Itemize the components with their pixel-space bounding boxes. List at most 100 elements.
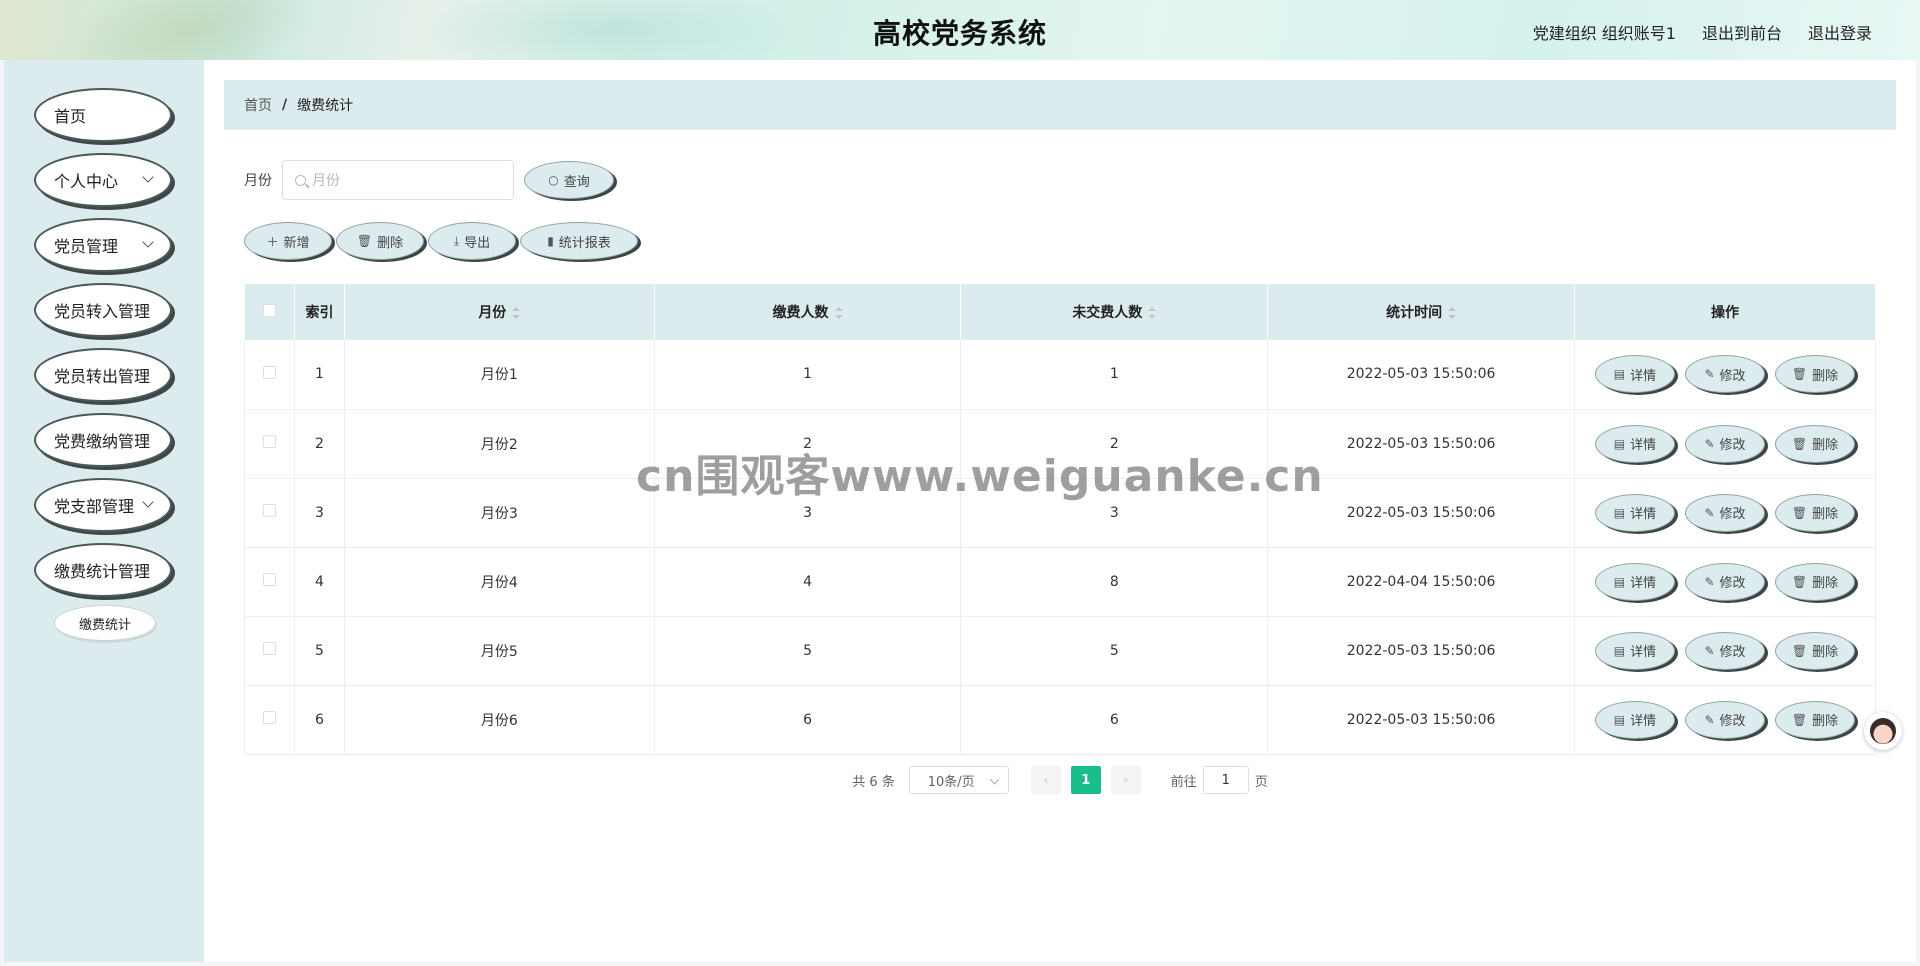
edit-button[interactable]: ✎ 修改	[1684, 700, 1765, 739]
month-search-input[interactable]: 月份	[282, 160, 514, 200]
edit-button[interactable]: ✎ 修改	[1684, 355, 1765, 394]
detail-button[interactable]: ▤ 详情	[1594, 355, 1675, 394]
add-button-label: 新增	[283, 235, 310, 251]
delete-button[interactable]: 🗑 删除	[1774, 355, 1855, 394]
sidebar-item-fee-payment[interactable]: 党费缴纳管理	[34, 413, 172, 467]
sidebar-item-member-management[interactable]: 党员管理	[34, 218, 172, 272]
export-button[interactable]: ⤓ 导出	[428, 222, 516, 260]
delete-button[interactable]: 🗑 删除	[1774, 424, 1855, 463]
cell-month: 月份1	[344, 340, 655, 410]
goto-page-input[interactable]: 1	[1202, 766, 1249, 794]
delete-label: 删除	[1812, 576, 1839, 591]
row-actions: ▤ 详情 ✎ 修改 🗑 删除	[1575, 700, 1875, 739]
goto-suffix: 页	[1254, 774, 1268, 790]
page-size-select[interactable]: 10条/页	[908, 766, 1009, 794]
row-checkbox[interactable]	[262, 711, 276, 724]
edit-button[interactable]: ✎ 修改	[1684, 562, 1765, 601]
row-checkbox[interactable]	[262, 642, 276, 655]
sort-icon[interactable]	[834, 307, 843, 319]
delete-label: 删除	[1812, 438, 1839, 453]
breadcrumb-home[interactable]: 首页	[244, 95, 272, 115]
row-checkbox[interactable]	[262, 504, 276, 517]
row-actions: ▤ 详情 ✎ 修改 🗑 删除	[1575, 493, 1875, 532]
sidebar-item-fee-statistics[interactable]: 缴费统计管理	[34, 543, 172, 597]
delete-button[interactable]: 🗑 删除	[1774, 700, 1855, 739]
next-page-button[interactable]: ›	[1110, 766, 1141, 794]
cell-index: 4	[294, 547, 345, 617]
sidebar-item-home[interactable]: 首页	[34, 88, 172, 142]
cell-actions: ▤ 详情 ✎ 修改 🗑 删除	[1574, 616, 1877, 686]
add-button[interactable]: ＋ 新增	[244, 222, 332, 260]
select-all-checkbox[interactable]	[262, 303, 276, 317]
document-icon: ▤	[1613, 712, 1626, 727]
avatar-face-icon	[1870, 718, 1896, 744]
sidebar-item-transfer-out[interactable]: 党员转出管理	[34, 348, 172, 402]
detail-button[interactable]: ▤ 详情	[1594, 631, 1675, 670]
column-header-month[interactable]: 月份	[344, 284, 655, 340]
sort-icon[interactable]	[1148, 307, 1157, 319]
edit-label: 修改	[1719, 368, 1746, 384]
trash-icon: 🗑	[1791, 574, 1808, 589]
sidebar: 首页 个人中心 党员管理 党员转入管理 党员转出管理 党费缴纳管理 党支部管理 …	[4, 60, 204, 962]
column-header-actions: 操作	[1574, 284, 1877, 340]
logout-link[interactable]: 退出登录	[1808, 20, 1872, 44]
row-checkbox[interactable]	[262, 365, 276, 379]
assistant-avatar[interactable]	[1864, 712, 1902, 750]
cell-paid: 3	[654, 478, 962, 548]
row-select-cell	[244, 547, 295, 617]
sidebar-item-personal-center[interactable]: 个人中心	[34, 153, 172, 207]
detail-button[interactable]: ▤ 详情	[1594, 562, 1675, 601]
pencil-icon: ✎	[1704, 436, 1715, 451]
report-button[interactable]: ▮ 统计报表	[520, 222, 638, 260]
sidebar-item-label: 党支部管理	[54, 497, 135, 516]
delete-button[interactable]: 🗑 删除	[1774, 493, 1855, 532]
cell-month: 月份4	[344, 547, 655, 617]
detail-button[interactable]: ▤ 详情	[1594, 493, 1675, 532]
sidebar-item-branch-management[interactable]: 党支部管理	[34, 478, 172, 532]
cell-time: 2022-05-03 15:50:06	[1267, 478, 1575, 548]
row-checkbox[interactable]	[262, 573, 276, 586]
sidebar-item-label: 党员管理	[54, 237, 119, 256]
statistics-table: 索引 月份 缴费人数 未交费人数 统计时间 操作 1 月份1 1 1 2022-…	[244, 284, 1877, 755]
detail-button[interactable]: ▤ 详情	[1594, 700, 1675, 739]
cell-time: 2022-05-03 15:50:06	[1267, 409, 1575, 479]
batch-delete-button[interactable]: 🗑 删除	[336, 222, 424, 260]
sidebar-subitem-fee-statistics[interactable]: 缴费统计	[54, 605, 156, 641]
back-to-front-link[interactable]: 退出到前台	[1702, 20, 1782, 44]
trash-icon: 🗑	[356, 234, 373, 248]
edit-button[interactable]: ✎ 修改	[1684, 631, 1765, 670]
sort-icon[interactable]	[512, 307, 521, 319]
row-checkbox[interactable]	[262, 435, 276, 448]
column-header-time[interactable]: 统计时间	[1267, 284, 1575, 340]
pencil-icon: ✎	[1704, 367, 1715, 382]
detail-button[interactable]: ▤ 详情	[1594, 424, 1675, 463]
column-header-label: 缴费人数	[772, 305, 829, 321]
trash-icon: 🗑	[1791, 367, 1808, 382]
page-number-current[interactable]: 1	[1070, 766, 1101, 794]
prev-page-button[interactable]: ‹	[1030, 766, 1061, 794]
search-icon: ○	[548, 173, 559, 187]
sidebar-item-label: 党员转入管理	[54, 302, 151, 321]
current-user: 党建组织 组织账号1	[1532, 24, 1676, 43]
edit-button[interactable]: ✎ 修改	[1684, 424, 1765, 463]
cell-paid: 4	[654, 547, 962, 617]
sidebar-item-label: 首页	[54, 107, 87, 126]
export-button-label: 导出	[464, 235, 491, 251]
column-header-paid[interactable]: 缴费人数	[654, 284, 962, 340]
delete-label: 删除	[1812, 714, 1839, 729]
edit-button[interactable]: ✎ 修改	[1684, 493, 1765, 532]
sidebar-item-transfer-in[interactable]: 党员转入管理	[34, 283, 172, 337]
cell-month: 月份6	[344, 685, 655, 755]
sort-icon[interactable]	[1448, 307, 1457, 319]
breadcrumb-separator: /	[282, 97, 288, 113]
cell-time: 2022-04-04 15:50:06	[1267, 547, 1575, 617]
detail-label: 详情	[1630, 368, 1657, 384]
row-select-cell	[244, 340, 295, 410]
chevron-down-icon	[142, 236, 154, 248]
sidebar-item-label: 个人中心	[54, 172, 119, 191]
column-header-unpaid[interactable]: 未交费人数	[960, 284, 1269, 340]
delete-button[interactable]: 🗑 删除	[1774, 562, 1855, 601]
cell-paid: 2	[654, 409, 962, 479]
delete-button[interactable]: 🗑 删除	[1774, 631, 1855, 670]
query-button[interactable]: ○ 查询	[524, 161, 614, 199]
